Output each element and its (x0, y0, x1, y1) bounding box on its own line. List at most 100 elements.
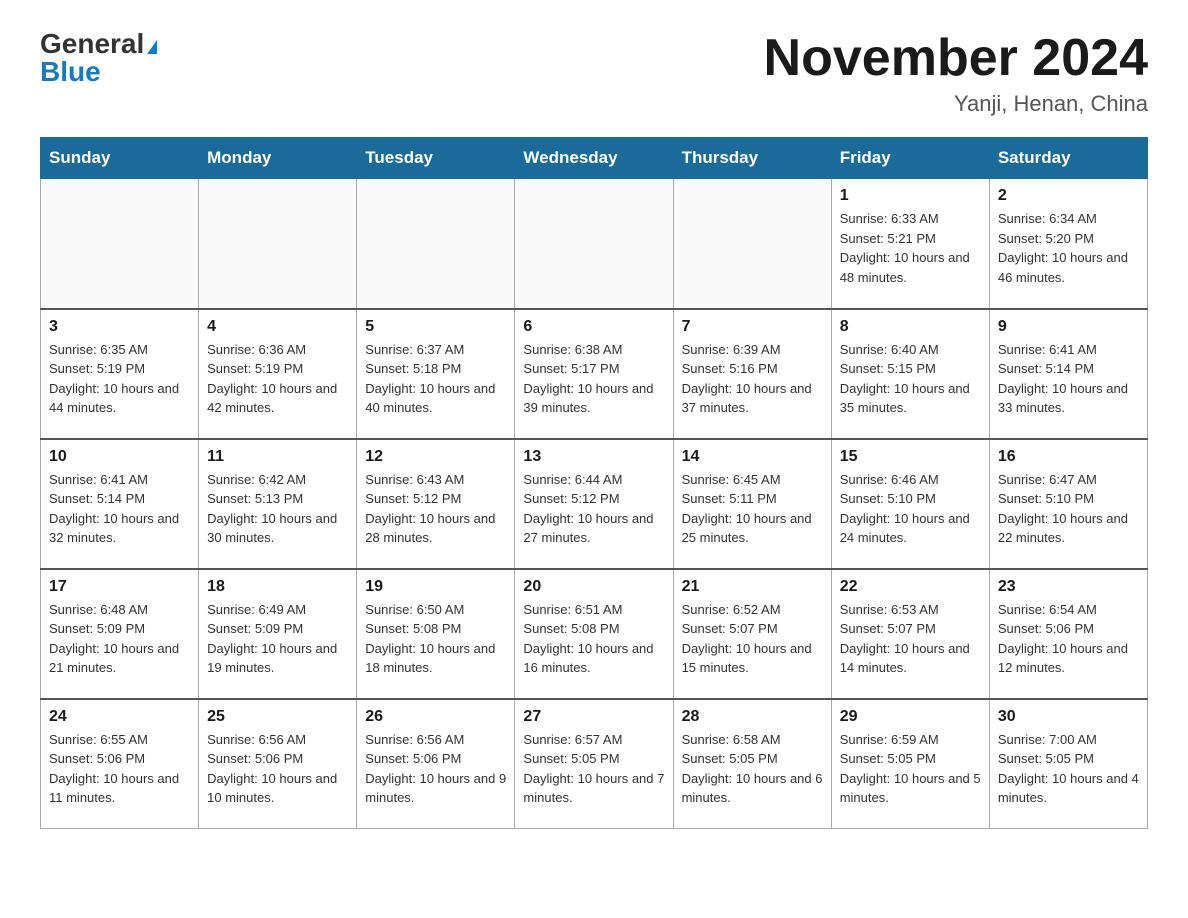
day-info: Sunrise: 6:53 AM Sunset: 5:07 PM Dayligh… (840, 600, 981, 678)
day-info: Sunrise: 6:42 AM Sunset: 5:13 PM Dayligh… (207, 470, 348, 548)
col-saturday: Saturday (989, 138, 1147, 179)
day-number: 20 (523, 578, 664, 596)
cell-0-2 (357, 179, 515, 309)
location-subtitle: Yanji, Henan, China (764, 91, 1148, 117)
cell-3-1: 18 Sunrise: 6:49 AM Sunset: 5:09 PM Dayli… (199, 569, 357, 699)
day-number: 13 (523, 448, 664, 466)
calendar-table: Sunday Monday Tuesday Wednesday Thursday… (40, 137, 1148, 829)
day-number: 18 (207, 578, 348, 596)
day-info: Sunrise: 6:46 AM Sunset: 5:10 PM Dayligh… (840, 470, 981, 548)
day-number: 28 (682, 708, 823, 726)
day-number: 29 (840, 708, 981, 726)
cell-3-3: 20Sunrise: 6:51 AM Sunset: 5:08 PM Dayli… (515, 569, 673, 699)
day-info: Sunrise: 6:35 AM Sunset: 5:19 PM Dayligh… (49, 340, 190, 418)
cell-3-0: 17Sunrise: 6:48 AM Sunset: 5:09 PM Dayli… (41, 569, 199, 699)
day-number: 3 (49, 318, 190, 336)
week-row-2: 3 Sunrise: 6:35 AM Sunset: 5:19 PM Daylig… (41, 309, 1148, 439)
day-number: 5 (365, 318, 506, 336)
day-number: 10 (49, 448, 190, 466)
day-info: Sunrise: 6:50 AM Sunset: 5:08 PM Dayligh… (365, 600, 506, 678)
week-row-4: 17Sunrise: 6:48 AM Sunset: 5:09 PM Dayli… (41, 569, 1148, 699)
day-info: Sunrise: 6:39 AM Sunset: 5:16 PM Dayligh… (682, 340, 823, 418)
week-row-1: 1 Sunrise: 6:33 AM Sunset: 5:21 PM Daylig… (41, 179, 1148, 309)
day-info: Sunrise: 6:57 AM Sunset: 5:05 PM Dayligh… (523, 730, 664, 808)
day-number: 16 (998, 448, 1139, 466)
cell-1-1: 4 Sunrise: 6:36 AM Sunset: 5:19 PM Daylig… (199, 309, 357, 439)
cell-1-3: 6 Sunrise: 6:38 AM Sunset: 5:17 PM Daylig… (515, 309, 673, 439)
day-info: Sunrise: 6:37 AM Sunset: 5:18 PM Dayligh… (365, 340, 506, 418)
week-row-5: 24 Sunrise: 6:55 AM Sunset: 5:06 PM Dayli… (41, 699, 1148, 829)
cell-4-4: 28 Sunrise: 6:58 AM Sunset: 5:05 PM Dayli… (673, 699, 831, 829)
title-area: November 2024 Yanji, Henan, China (764, 30, 1148, 117)
col-wednesday: Wednesday (515, 138, 673, 179)
cell-2-2: 12Sunrise: 6:43 AM Sunset: 5:12 PM Dayli… (357, 439, 515, 569)
col-monday: Monday (199, 138, 357, 179)
day-info: Sunrise: 6:38 AM Sunset: 5:17 PM Dayligh… (523, 340, 664, 418)
day-number: 14 (682, 448, 823, 466)
cell-4-0: 24 Sunrise: 6:55 AM Sunset: 5:06 PM Dayli… (41, 699, 199, 829)
day-number: 25 (207, 708, 348, 726)
day-info: Sunrise: 6:56 AM Sunset: 5:06 PM Dayligh… (365, 730, 506, 808)
day-number: 9 (998, 318, 1139, 336)
cell-1-5: 8 Sunrise: 6:40 AM Sunset: 5:15 PM Daylig… (831, 309, 989, 439)
cell-1-4: 7 Sunrise: 6:39 AM Sunset: 5:16 PM Daylig… (673, 309, 831, 439)
cell-2-5: 15 Sunrise: 6:46 AM Sunset: 5:10 PM Dayli… (831, 439, 989, 569)
cell-2-0: 10Sunrise: 6:41 AM Sunset: 5:14 PM Dayli… (41, 439, 199, 569)
logo-general-row: General (40, 30, 157, 58)
day-info: Sunrise: 6:48 AM Sunset: 5:09 PM Dayligh… (49, 600, 190, 678)
logo-general-text: General (40, 28, 144, 59)
day-number: 15 (840, 448, 981, 466)
logo: General Blue (40, 30, 157, 86)
day-info: Sunrise: 6:59 AM Sunset: 5:05 PM Dayligh… (840, 730, 981, 808)
cell-0-1 (199, 179, 357, 309)
day-number: 1 (840, 187, 981, 205)
day-info: Sunrise: 6:54 AM Sunset: 5:06 PM Dayligh… (998, 600, 1139, 678)
day-info: Sunrise: 6:45 AM Sunset: 5:11 PM Dayligh… (682, 470, 823, 548)
day-number: 8 (840, 318, 981, 336)
header-row: Sunday Monday Tuesday Wednesday Thursday… (41, 138, 1148, 179)
cell-1-6: 9 Sunrise: 6:41 AM Sunset: 5:14 PM Daylig… (989, 309, 1147, 439)
day-info: Sunrise: 6:47 AM Sunset: 5:10 PM Dayligh… (998, 470, 1139, 548)
day-number: 19 (365, 578, 506, 596)
cell-3-5: 22 Sunrise: 6:53 AM Sunset: 5:07 PM Dayli… (831, 569, 989, 699)
cell-0-4 (673, 179, 831, 309)
cell-2-3: 13Sunrise: 6:44 AM Sunset: 5:12 PM Dayli… (515, 439, 673, 569)
day-info: Sunrise: 6:40 AM Sunset: 5:15 PM Dayligh… (840, 340, 981, 418)
page-header: General Blue November 2024 Yanji, Henan,… (40, 30, 1148, 117)
day-number: 30 (998, 708, 1139, 726)
cell-2-4: 14 Sunrise: 6:45 AM Sunset: 5:11 PM Dayli… (673, 439, 831, 569)
day-number: 24 (49, 708, 190, 726)
month-title: November 2024 (764, 30, 1148, 87)
cell-2-6: 16 Sunrise: 6:47 AM Sunset: 5:10 PM Dayli… (989, 439, 1147, 569)
day-number: 12 (365, 448, 506, 466)
cell-4-2: 26 Sunrise: 6:56 AM Sunset: 5:06 PM Dayli… (357, 699, 515, 829)
calendar-header: Sunday Monday Tuesday Wednesday Thursday… (41, 138, 1148, 179)
cell-0-6: 2Sunrise: 6:34 AM Sunset: 5:20 PM Daylig… (989, 179, 1147, 309)
day-number: 11 (207, 448, 348, 466)
cell-2-1: 11 Sunrise: 6:42 AM Sunset: 5:13 PM Dayli… (199, 439, 357, 569)
cell-3-4: 21Sunrise: 6:52 AM Sunset: 5:07 PM Dayli… (673, 569, 831, 699)
calendar-body: 1 Sunrise: 6:33 AM Sunset: 5:21 PM Daylig… (41, 179, 1148, 829)
day-info: Sunrise: 6:58 AM Sunset: 5:05 PM Dayligh… (682, 730, 823, 808)
day-info: Sunrise: 6:55 AM Sunset: 5:06 PM Dayligh… (49, 730, 190, 808)
day-info: Sunrise: 6:33 AM Sunset: 5:21 PM Dayligh… (840, 209, 981, 287)
day-info: Sunrise: 6:49 AM Sunset: 5:09 PM Dayligh… (207, 600, 348, 678)
cell-4-5: 29 Sunrise: 6:59 AM Sunset: 5:05 PM Dayli… (831, 699, 989, 829)
day-info: Sunrise: 6:36 AM Sunset: 5:19 PM Dayligh… (207, 340, 348, 418)
col-thursday: Thursday (673, 138, 831, 179)
cell-0-0 (41, 179, 199, 309)
day-number: 6 (523, 318, 664, 336)
day-number: 22 (840, 578, 981, 596)
cell-1-2: 5 Sunrise: 6:37 AM Sunset: 5:18 PM Daylig… (357, 309, 515, 439)
cell-1-0: 3 Sunrise: 6:35 AM Sunset: 5:19 PM Daylig… (41, 309, 199, 439)
day-number: 4 (207, 318, 348, 336)
day-info: Sunrise: 6:41 AM Sunset: 5:14 PM Dayligh… (998, 340, 1139, 418)
day-number: 7 (682, 318, 823, 336)
day-info: Sunrise: 6:56 AM Sunset: 5:06 PM Dayligh… (207, 730, 348, 808)
day-number: 23 (998, 578, 1139, 596)
day-number: 27 (523, 708, 664, 726)
day-info: Sunrise: 6:34 AM Sunset: 5:20 PM Dayligh… (998, 209, 1139, 287)
day-number: 26 (365, 708, 506, 726)
cell-0-3 (515, 179, 673, 309)
cell-3-6: 23 Sunrise: 6:54 AM Sunset: 5:06 PM Dayli… (989, 569, 1147, 699)
